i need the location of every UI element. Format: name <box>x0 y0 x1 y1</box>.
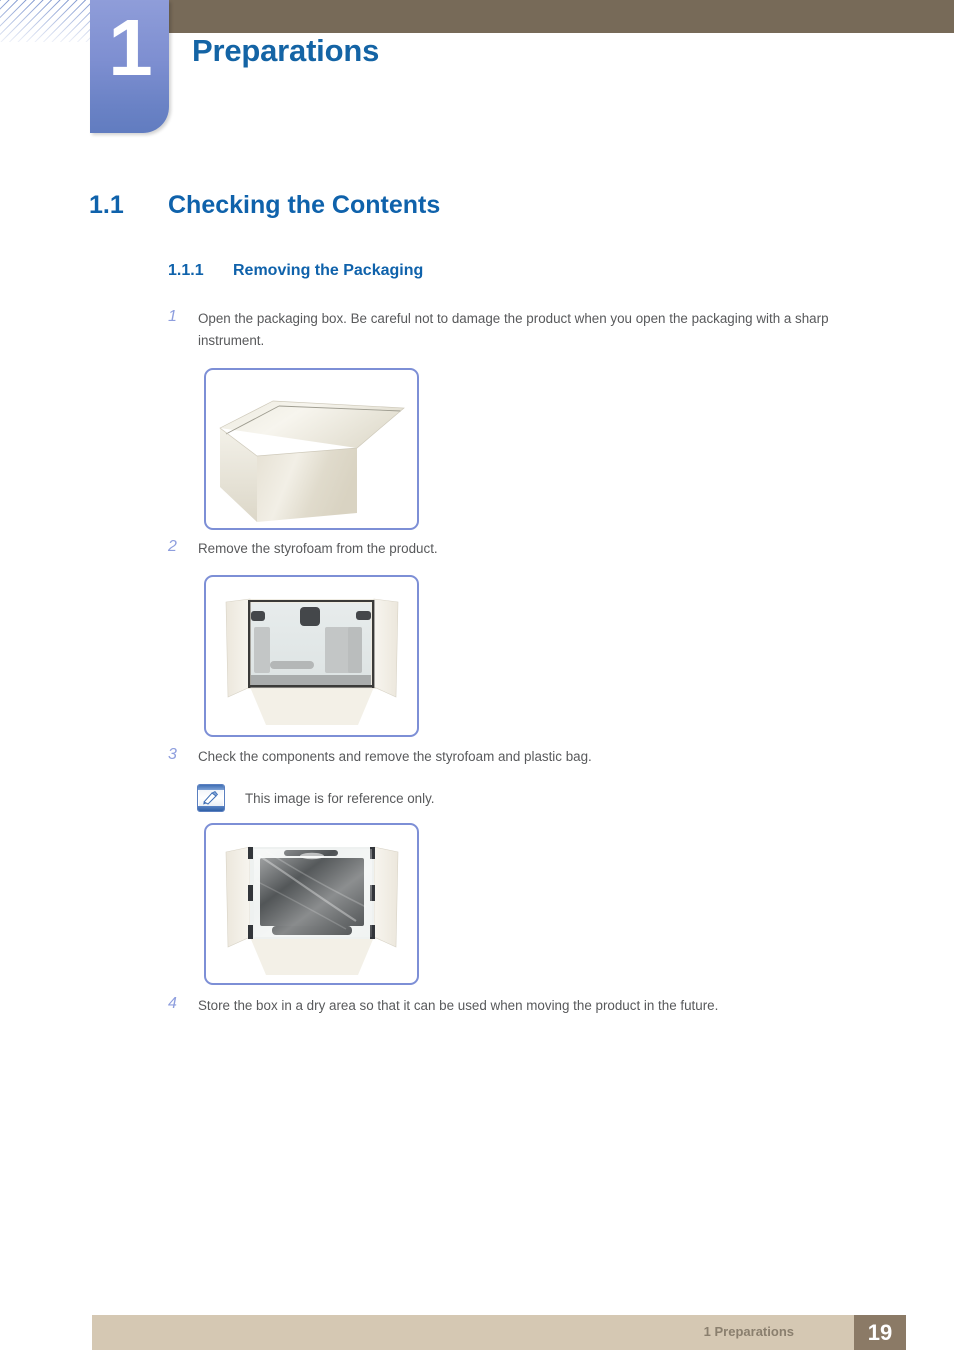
list-item: 1 Open the packaging box. Be careful not… <box>168 308 886 351</box>
figure-closed-packaging-box <box>204 368 419 530</box>
section-title: Checking the Contents <box>168 191 441 219</box>
step-number: 4 <box>168 995 177 1012</box>
chapter-title: Preparations <box>192 33 380 68</box>
step-text: Check the components and remove the styr… <box>198 749 592 764</box>
subsection-title: Removing the Packaging <box>233 262 424 279</box>
monitor-in-bag-illustration <box>225 846 399 975</box>
closed-box-illustration <box>219 400 405 522</box>
pencil-glyph-icon <box>203 791 219 805</box>
footer-page-box: 19 <box>854 1315 906 1350</box>
step-text: Store the box in a dry area so that it c… <box>198 998 719 1013</box>
figure-open-box-with-monitor <box>204 823 419 985</box>
footer-bar: 1 Preparations <box>92 1315 854 1350</box>
section-heading: 1.1 Checking the Contents <box>89 191 440 220</box>
list-item: 3 Check the components and remove the st… <box>168 746 898 768</box>
section-number: 1.1 <box>89 191 124 219</box>
note-pencil-icon <box>197 784 225 812</box>
step-text: Open the packaging box. Be careful not t… <box>198 311 829 348</box>
note-text: This image is for reference only. <box>245 790 435 806</box>
step-number: 1 <box>168 308 177 325</box>
subsection-number: 1.1.1 <box>168 262 204 279</box>
note-row: This image is for reference only. <box>197 784 435 812</box>
chapter-number-tab: 1 <box>90 0 169 133</box>
page-number: 19 <box>867 1320 893 1345</box>
header-bar <box>168 0 954 33</box>
list-item: 2 Remove the styrofoam from the product. <box>168 538 898 560</box>
footer-chapter-label: 1 Preparations <box>703 1324 794 1339</box>
open-box-styrofoam-illustration <box>225 598 399 725</box>
step-text: Remove the styrofoam from the product. <box>198 541 438 556</box>
step-number: 2 <box>168 538 177 555</box>
step-number: 3 <box>168 746 177 763</box>
figure-open-box-with-styrofoam <box>204 575 419 737</box>
subsection-heading: 1.1.1 Removing the Packaging <box>168 262 423 280</box>
corner-hatch-decoration <box>0 0 95 42</box>
list-item: 4 Store the box in a dry area so that it… <box>168 995 898 1017</box>
chapter-number: 1 <box>108 3 153 92</box>
